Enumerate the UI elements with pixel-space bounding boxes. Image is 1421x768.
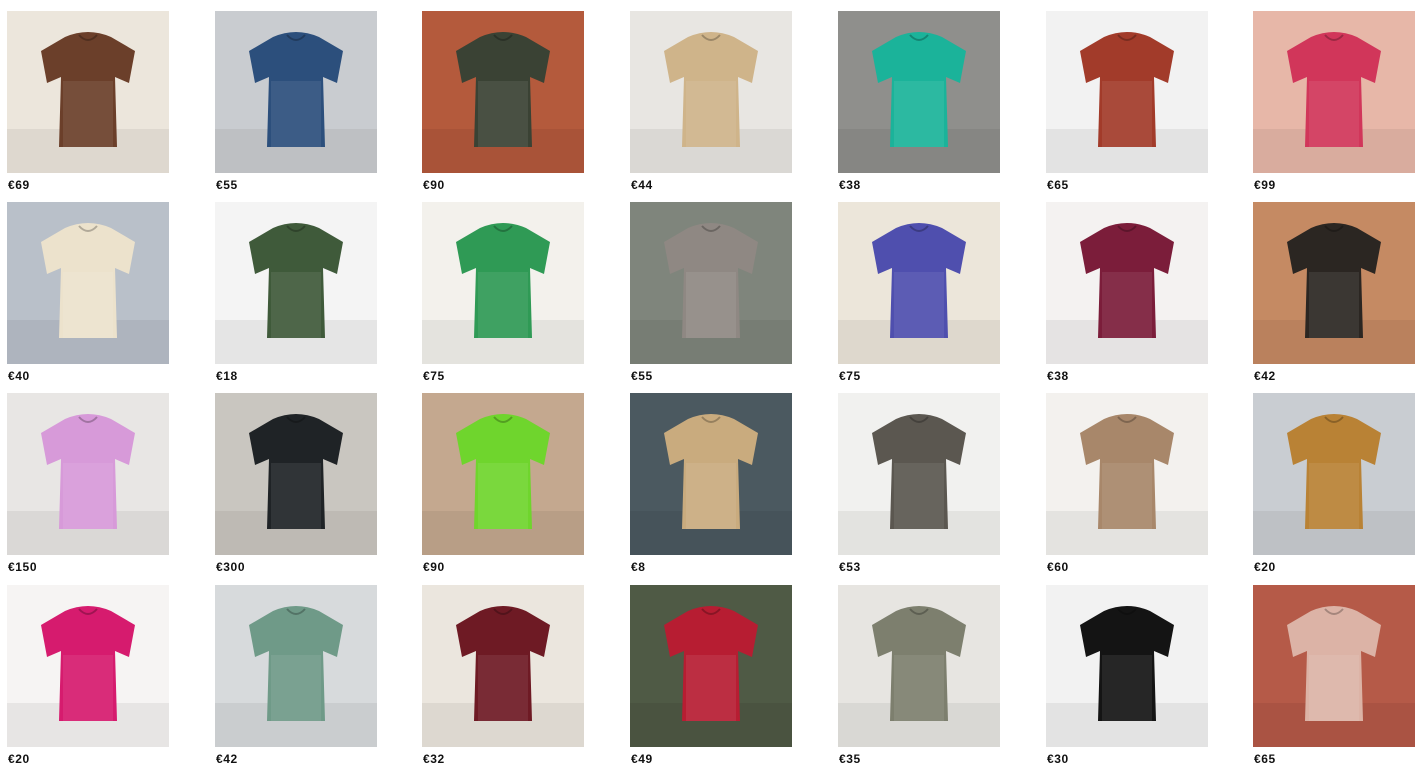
product-card[interactable]: €20 — [7, 585, 169, 768]
product-card[interactable]: €90 — [422, 11, 584, 194]
product-card[interactable]: €75 — [422, 202, 584, 385]
product-image-black-jacket-striped-wall[interactable] — [1046, 585, 1208, 747]
product-price: €8 — [631, 560, 646, 574]
product-image-black-leather-jacket[interactable] — [1253, 202, 1415, 364]
product-image-leather-pencil-skirt[interactable] — [838, 393, 1000, 555]
product-price: €42 — [1254, 369, 1276, 383]
product-card[interactable]: €30 — [1046, 585, 1208, 768]
product-image-green-jacket[interactable] — [422, 202, 584, 364]
product-image-yellow-scarf-blue-skirt[interactable] — [838, 202, 1000, 364]
product-image-tweed-blazer[interactable] — [630, 202, 792, 364]
product-card[interactable]: €60 — [1046, 393, 1208, 576]
product-image-green-speckled-sweater[interactable] — [215, 202, 377, 364]
product-price: €65 — [1254, 752, 1276, 766]
product-image-beige-trench-coat[interactable] — [1046, 393, 1208, 555]
product-card[interactable]: €32 — [422, 585, 584, 768]
product-image-brown-leather-gloves[interactable] — [7, 11, 169, 173]
product-card[interactable]: €75 — [838, 202, 1000, 385]
product-image-mustard-blazer[interactable] — [1253, 393, 1415, 555]
product-image-pink-peplum-blouse[interactable] — [1253, 585, 1415, 747]
product-card[interactable]: €49 — [630, 585, 792, 768]
product-card[interactable]: €65 — [1253, 585, 1415, 768]
product-price: €90 — [423, 178, 445, 192]
product-price: €44 — [631, 178, 653, 192]
product-price: €42 — [216, 752, 238, 766]
product-card[interactable]: €40 — [7, 202, 169, 385]
product-image-pink-faux-fur-jacket[interactable] — [7, 393, 169, 555]
product-card[interactable]: €20 — [1253, 393, 1415, 576]
product-price: €18 — [216, 369, 238, 383]
product-card[interactable]: €38 — [1046, 202, 1208, 385]
product-image-cream-knit-sweater[interactable] — [7, 202, 169, 364]
product-price: €32 — [423, 752, 445, 766]
product-card[interactable]: €42 — [1253, 202, 1415, 385]
product-image-mint-sweater-tartan-skirt[interactable] — [215, 585, 377, 747]
product-card[interactable]: €55 — [630, 202, 792, 385]
product-image-teal-tracksuit[interactable] — [838, 11, 1000, 173]
product-card[interactable]: €8 — [630, 393, 792, 576]
product-price: €99 — [1254, 178, 1276, 192]
product-price: €69 — [8, 178, 30, 192]
product-price: €60 — [1047, 560, 1069, 574]
product-price: €90 — [423, 560, 445, 574]
product-image-rust-red-coat[interactable] — [1046, 11, 1208, 173]
product-card[interactable]: €90 — [422, 393, 584, 576]
product-price: €55 — [631, 369, 653, 383]
product-price: €75 — [839, 369, 861, 383]
product-image-white-blouse-red-skirt[interactable] — [630, 585, 792, 747]
product-image-beige-trousers[interactable] — [630, 11, 792, 173]
product-card[interactable]: €42 — [215, 585, 377, 768]
product-price: €20 — [8, 752, 30, 766]
product-image-driftwood-ring[interactable] — [630, 393, 792, 555]
product-price: €53 — [839, 560, 861, 574]
product-card[interactable]: €69 — [7, 11, 169, 194]
product-card[interactable]: €44 — [630, 11, 792, 194]
product-price: €38 — [839, 178, 861, 192]
product-card[interactable]: €38 — [838, 11, 1000, 194]
product-price: €75 — [423, 369, 445, 383]
product-card[interactable]: €35 — [838, 585, 1000, 768]
product-price: €65 — [1047, 178, 1069, 192]
product-price: €300 — [216, 560, 246, 574]
product-card[interactable]: €99 — [1253, 11, 1415, 194]
product-price: €20 — [1254, 560, 1276, 574]
product-card[interactable]: €55 — [215, 11, 377, 194]
product-card[interactable]: €300 — [215, 393, 377, 576]
product-image-olive-waxed-jacket[interactable] — [422, 11, 584, 173]
product-price: €55 — [216, 178, 238, 192]
product-card[interactable]: €18 — [215, 202, 377, 385]
product-image-burgundy-blouse[interactable] — [422, 585, 584, 747]
product-image-lime-green-shirt[interactable] — [422, 393, 584, 555]
product-card[interactable]: €65 — [1046, 11, 1208, 194]
product-price: €40 — [8, 369, 30, 383]
product-image-check-coat-dress[interactable] — [838, 585, 1000, 747]
product-image-fuchsia-knit-sweater[interactable] — [7, 585, 169, 747]
product-price: €150 — [8, 560, 38, 574]
product-image-burgundy-leather-gloves[interactable] — [1046, 202, 1208, 364]
product-price: €35 — [839, 752, 861, 766]
product-card[interactable]: €150 — [7, 393, 169, 576]
product-image-black-boots[interactable] — [215, 393, 377, 555]
product-image-blue-denim-sherpa-coat[interactable] — [215, 11, 377, 173]
product-price: €30 — [1047, 752, 1069, 766]
product-image-pink-boots[interactable] — [1253, 11, 1415, 173]
product-price: €38 — [1047, 369, 1069, 383]
product-price: €49 — [631, 752, 653, 766]
product-card[interactable]: €53 — [838, 393, 1000, 576]
